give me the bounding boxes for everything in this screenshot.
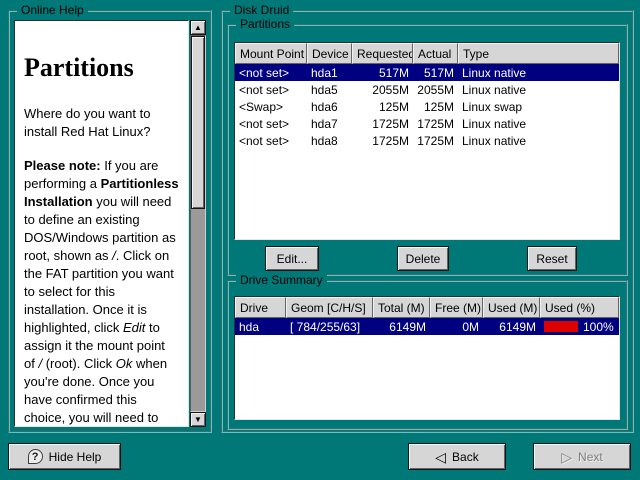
arrow-up-icon: ▲ — [194, 24, 202, 32]
col-header-device[interactable]: Device — [307, 43, 352, 64]
delete-button[interactable]: Delete — [397, 246, 449, 271]
partition-row[interactable]: <not set> hda8 1725M 1725M Linux native — [235, 132, 619, 149]
scrollbar-thumb[interactable] — [191, 36, 205, 209]
cell-geom: [ 784/255/63] — [286, 318, 373, 335]
help-note: Please note: If you are performing a Par… — [24, 157, 179, 427]
hide-help-button[interactable]: ? Hide Help — [8, 443, 121, 470]
next-arrow-icon: ▷ — [561, 450, 572, 464]
cell-used: 6149M — [483, 318, 540, 335]
col-header-requested[interactable]: Requested — [352, 43, 413, 64]
back-arrow-icon: ◁ — [435, 450, 446, 464]
cell-actual: 2055M — [413, 81, 458, 98]
help-text-segment: (root). Click — [42, 356, 116, 371]
drive-summary-frame: Drive Summary Drive Geom [C/H/S] Total (… — [227, 280, 628, 430]
help-text-segment: Edit — [123, 320, 145, 335]
cell-requested: 517M — [352, 64, 413, 81]
cell-device: hda8 — [307, 132, 352, 149]
cell-mount-point: <Swap> — [235, 98, 307, 115]
col-header-used[interactable]: Used (M) — [483, 297, 540, 318]
col-header-drive[interactable]: Drive — [235, 297, 286, 318]
partition-row[interactable]: <not set> hda5 2055M 2055M Linux native — [235, 81, 619, 98]
partition-row[interactable]: <not set> hda7 1725M 1725M Linux native — [235, 115, 619, 132]
help-viewport: Partitions Where do you want to install … — [14, 20, 206, 427]
usage-percent-label: 100% — [583, 320, 614, 334]
back-label: Back — [452, 450, 479, 464]
cell-mount-point: <not set> — [235, 64, 307, 81]
disk-druid-frame: Disk Druid Partitions Mount Point Device… — [221, 10, 634, 433]
help-scrollbar[interactable]: ▲ ▼ — [190, 20, 206, 427]
cell-device: hda6 — [307, 98, 352, 115]
help-question-icon: ? — [28, 449, 43, 464]
scrollbar-trough[interactable] — [190, 35, 206, 412]
cell-actual: 517M — [413, 64, 458, 81]
col-header-geom[interactable]: Geom [C/H/S] — [286, 297, 373, 318]
help-text-segment: Please note: — [24, 158, 101, 173]
col-header-mount-point[interactable]: Mount Point — [235, 43, 307, 64]
cell-requested: 1725M — [352, 132, 413, 149]
reset-button[interactable]: Reset — [527, 246, 577, 271]
partitions-frame: Partitions Mount Point Device Requested … — [227, 24, 628, 276]
drive-summary-table-header: Drive Geom [C/H/S] Total (M) Free (M) Us… — [235, 297, 619, 318]
cell-type: Linux native — [458, 81, 619, 98]
cell-requested: 125M — [352, 98, 413, 115]
back-button[interactable]: ◁ Back — [408, 443, 506, 470]
cell-device: hda5 — [307, 81, 352, 98]
cell-mount-point: <not set> — [235, 115, 307, 132]
help-title: Partitions — [24, 53, 179, 83]
cell-type: Linux native — [458, 115, 619, 132]
cell-drive: hda — [235, 318, 286, 335]
cell-device: hda7 — [307, 115, 352, 132]
arrow-down-icon: ▼ — [194, 416, 202, 424]
partition-row[interactable]: <Swap> hda6 125M 125M Linux swap — [235, 98, 619, 115]
cell-type: Linux native — [458, 132, 619, 149]
col-header-type[interactable]: Type — [458, 43, 619, 64]
partitions-table-header: Mount Point Device Requested Actual Type — [235, 43, 619, 64]
cell-type: Linux swap — [458, 98, 619, 115]
cell-requested: 1725M — [352, 115, 413, 132]
cell-actual: 125M — [413, 98, 458, 115]
scroll-up-button[interactable]: ▲ — [190, 20, 206, 35]
cell-actual: 1725M — [413, 115, 458, 132]
partition-row[interactable]: <not set> hda1 517M 517M Linux native — [235, 64, 619, 81]
next-button[interactable]: ▷ Next — [533, 443, 631, 470]
col-header-used-pct[interactable]: Used (%) — [540, 297, 619, 318]
online-help-frame: Online Help Partitions Where do you want… — [8, 10, 212, 433]
drive-row[interactable]: hda [ 784/255/63] 6149M 0M 6149M 100% — [235, 318, 619, 335]
disk-druid-frame-label: Disk Druid — [230, 3, 293, 18]
cell-free: 0M — [430, 318, 483, 335]
col-header-actual[interactable]: Actual — [413, 43, 458, 64]
cell-requested: 2055M — [352, 81, 413, 98]
hide-help-label: Hide Help — [49, 450, 102, 464]
partitions-frame-label: Partitions — [236, 17, 294, 32]
cell-mount-point: <not set> — [235, 81, 307, 98]
cell-used-pct: 100% — [540, 318, 619, 335]
col-header-total[interactable]: Total (M) — [373, 297, 430, 318]
cell-actual: 1725M — [413, 132, 458, 149]
cell-type: Linux native — [458, 64, 619, 81]
help-intro: Where do you want to install Red Hat Lin… — [24, 105, 179, 141]
help-text-segment: Ok — [116, 356, 133, 371]
cell-total: 6149M — [373, 318, 430, 335]
cell-device: hda1 — [307, 64, 352, 81]
col-header-free[interactable]: Free (M) — [430, 297, 483, 318]
next-label: Next — [578, 450, 603, 464]
drive-summary-frame-label: Drive Summary — [236, 273, 327, 288]
help-text-area: Partitions Where do you want to install … — [14, 20, 189, 427]
scroll-down-button[interactable]: ▼ — [190, 412, 206, 427]
online-help-frame-label: Online Help — [17, 3, 88, 18]
drive-summary-table: Drive Geom [C/H/S] Total (M) Free (M) Us… — [234, 296, 620, 420]
cell-mount-point: <not set> — [235, 132, 307, 149]
partitions-table: Mount Point Device Requested Actual Type… — [234, 42, 620, 240]
usage-bar — [544, 321, 578, 332]
edit-button[interactable]: Edit... — [265, 246, 319, 271]
